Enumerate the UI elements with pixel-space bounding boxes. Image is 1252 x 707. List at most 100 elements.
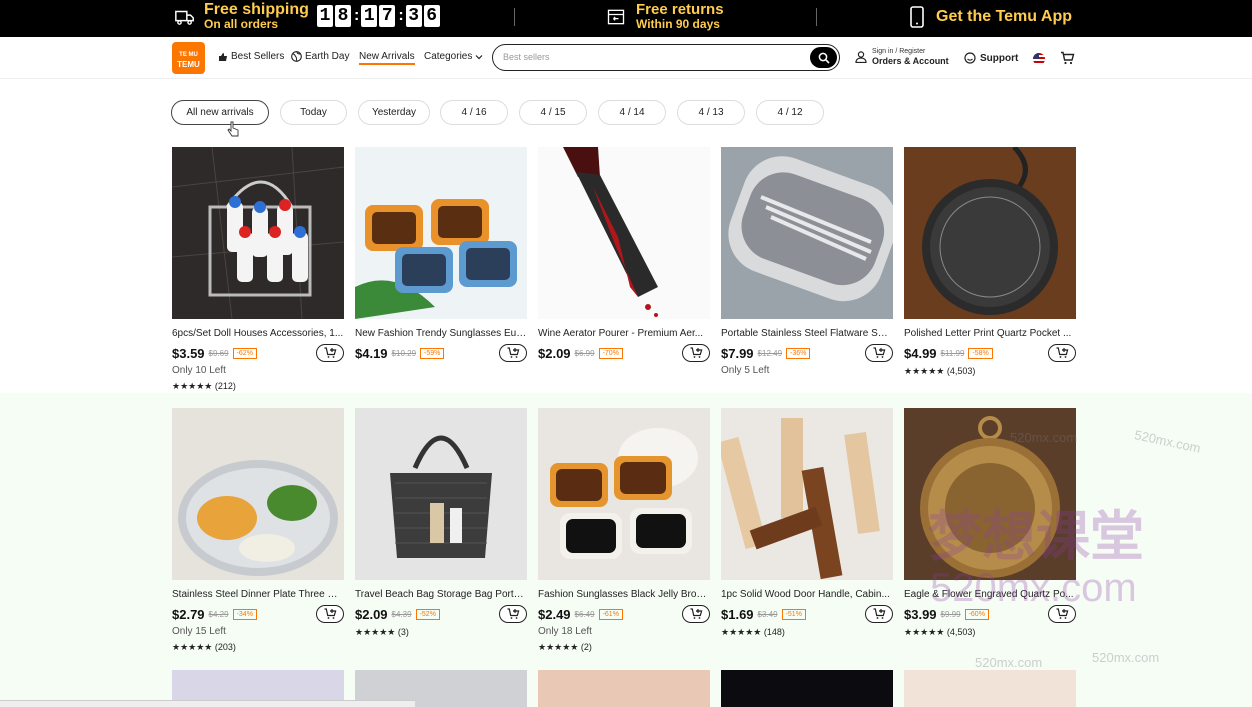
product-price: $7.99 (721, 345, 754, 361)
phone-icon (910, 6, 924, 28)
product-title[interactable]: Eagle & Flower Engraved Quartz Po... (904, 589, 1076, 601)
product-image[interactable] (904, 147, 1076, 319)
add-to-cart-button[interactable] (316, 344, 344, 362)
stock-left: Only 5 Left (721, 365, 770, 376)
discount-badge: -51% (781, 608, 806, 620)
add-to-cart-button[interactable] (1048, 605, 1076, 623)
banner-divider (816, 8, 817, 26)
add-to-cart-button[interactable] (499, 605, 527, 623)
product-title[interactable]: Polished Letter Print Quartz Pocket ... (904, 328, 1076, 340)
product-image-partial[interactable] (538, 670, 710, 707)
add-to-cart-button[interactable] (499, 344, 527, 362)
product-card[interactable]: Polished Letter Print Quartz Pocket ... … (904, 147, 1076, 377)
product-photo-eagle-watch (904, 408, 1076, 580)
free-returns-promo[interactable]: Free returns Within 90 days (606, 2, 724, 31)
product-title[interactable]: 1pc Solid Wood Door Handle, Cabin... (721, 589, 893, 601)
search-button[interactable] (810, 47, 837, 68)
product-title[interactable]: 6pcs/Set Doll Houses Accessories, 1... (172, 328, 344, 340)
product-image[interactable] (538, 408, 710, 580)
product-image[interactable] (538, 147, 710, 319)
search-bar[interactable]: Best sellers (492, 44, 840, 71)
filter-date[interactable]: 4 / 13 (677, 100, 745, 125)
product-image[interactable] (172, 408, 344, 580)
product-price: $2.79 (172, 606, 205, 622)
filter-date[interactable]: 4 / 15 (519, 100, 587, 125)
add-to-cart-button[interactable] (316, 605, 344, 623)
get-app-label: Get the Temu App (936, 8, 1072, 25)
filter-date[interactable]: 4 / 12 (756, 100, 824, 125)
rating: ★★★★★ (203) (172, 642, 236, 652)
us-flag-icon[interactable] (1033, 53, 1045, 65)
product-price: $3.99 (904, 606, 937, 622)
rating (355, 380, 527, 392)
support-label: Support (980, 52, 1019, 64)
product-card[interactable]: 6pcs/Set Doll Houses Accessories, 1... $… (172, 147, 344, 392)
product-title[interactable]: Stainless Steel Dinner Plate Three Se... (172, 589, 344, 601)
add-to-cart-icon (690, 347, 702, 358)
returns-title: Free returns (636, 1, 724, 18)
add-to-cart-icon (507, 608, 519, 619)
countdown-digit: 1 (317, 5, 333, 27)
returns-subtitle: Within 90 days (636, 17, 720, 31)
discount-badge: -60% (964, 608, 989, 620)
nav-earth-day-label: Earth Day (305, 51, 350, 62)
filter-date[interactable]: 4 / 16 (440, 100, 508, 125)
account-menu[interactable]: Sign in / Register Orders & Account (855, 48, 949, 66)
filter-all-new-arrivals[interactable]: All new arrivals (171, 100, 269, 125)
product-photo-pocket-watch (904, 147, 1076, 319)
nav-earth-day[interactable]: Earth Day (291, 51, 349, 62)
filter-yesterday[interactable]: Yesterday (358, 100, 430, 125)
get-app-link[interactable]: Get the Temu App (910, 6, 1072, 28)
add-to-cart-button[interactable] (682, 605, 710, 623)
add-to-cart-button[interactable] (682, 344, 710, 362)
product-title[interactable]: Fashion Sunglasses Black Jelly Brow... (538, 589, 710, 601)
product-card[interactable]: Eagle & Flower Engraved Quartz Po... $3.… (904, 408, 1076, 638)
product-image-partial[interactable] (904, 670, 1076, 707)
product-image[interactable] (721, 147, 893, 319)
stock-left (538, 365, 710, 377)
filter-today[interactable]: Today (280, 100, 347, 125)
product-card[interactable]: 1pc Solid Wood Door Handle, Cabin... $1.… (721, 408, 893, 638)
filter-date[interactable]: 4 / 14 (598, 100, 666, 125)
search-input[interactable]: Best sellers (503, 52, 550, 62)
nav-categories-label: Categories (424, 51, 473, 62)
discount-badge: -52% (415, 608, 440, 620)
stock-left: Only 18 Left (538, 626, 592, 637)
product-card[interactable]: Portable Stainless Steel Flatware Set,..… (721, 147, 893, 392)
rating: ★★★★★ (4,503) (904, 366, 976, 376)
product-image[interactable] (904, 408, 1076, 580)
product-image[interactable] (721, 408, 893, 580)
nav-best-sellers[interactable]: Best Sellers (218, 51, 284, 62)
product-card[interactable]: Wine Aerator Pourer - Premium Aer... $2.… (538, 147, 710, 392)
product-image[interactable] (172, 147, 344, 319)
product-card[interactable]: Stainless Steel Dinner Plate Three Se...… (172, 408, 344, 653)
product-image-partial[interactable] (721, 670, 893, 707)
discount-badge: -36% (786, 347, 811, 359)
add-to-cart-button[interactable] (865, 605, 893, 623)
countdown-digit: 3 (405, 5, 422, 27)
product-card[interactable]: Travel Beach Bag Storage Bag Porta... $2… (355, 408, 527, 638)
product-card[interactable]: Fashion Sunglasses Black Jelly Brow... $… (538, 408, 710, 653)
cart-button[interactable] (1060, 51, 1075, 70)
product-title[interactable]: Portable Stainless Steel Flatware Set,..… (721, 328, 893, 340)
product-card[interactable]: New Fashion Trendy Sunglasses Eur... $4.… (355, 147, 527, 392)
product-title[interactable]: Travel Beach Bag Storage Bag Porta... (355, 589, 527, 601)
product-title[interactable]: Wine Aerator Pourer - Premium Aer... (538, 328, 710, 340)
add-to-cart-button[interactable] (865, 344, 893, 362)
product-image[interactable] (355, 147, 527, 319)
nav-categories[interactable]: Categories (424, 51, 483, 62)
product-title[interactable]: New Fashion Trendy Sunglasses Eur... (355, 328, 527, 340)
product-photo-wine-aerator (538, 147, 710, 319)
add-to-cart-icon (1056, 608, 1068, 619)
product-original-price: $4.39 (391, 609, 412, 619)
add-to-cart-icon (324, 608, 336, 619)
add-to-cart-button[interactable] (1048, 344, 1076, 362)
rating: ★★★★★ (212) (172, 381, 236, 391)
free-shipping-promo[interactable]: Free shipping On all orders (174, 2, 309, 31)
support-link[interactable]: Support (964, 52, 1018, 64)
countdown-timer: 1 8 : 1 7 : 3 6 (317, 5, 442, 27)
add-to-cart-icon (507, 347, 519, 358)
temu-logo[interactable]: TE MU TEMU (172, 42, 205, 74)
nav-new-arrivals[interactable]: New Arrivals (359, 51, 415, 65)
product-image[interactable] (355, 408, 527, 580)
